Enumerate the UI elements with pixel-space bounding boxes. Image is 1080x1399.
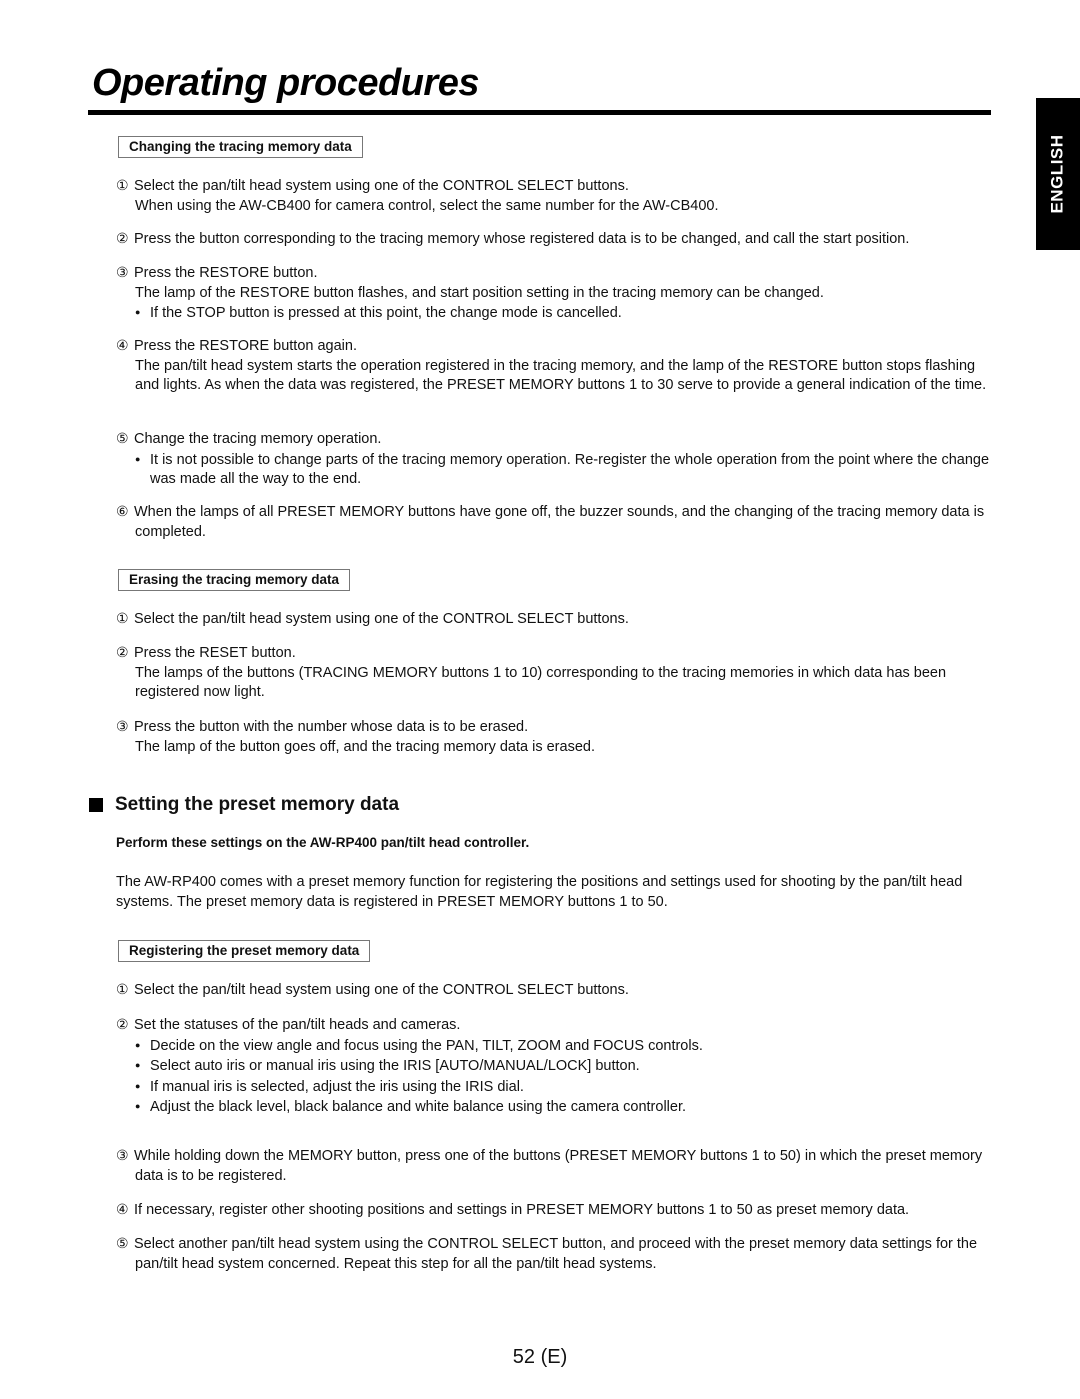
section-heading-text: Setting the preset memory data [115, 794, 400, 815]
registering-step-5: ⑤ Select another pan/tilt head system usi… [116, 1234, 996, 1274]
step-text: Press the button corresponding to the tr… [134, 231, 910, 247]
step-text: Press the button with the number whose d… [134, 719, 529, 735]
changing-step-3: ③ Press the RESTORE button. The lamp of t… [116, 263, 996, 324]
preset-intro: The AW-RP400 comes with a preset memory … [116, 874, 963, 910]
registering-step-4: ④ If necessary, register other shooting p… [116, 1200, 996, 1221]
subheading-changing: Changing the tracing memory data [118, 136, 363, 158]
registering-step-3: ③ While holding down the MEMORY button, p… [116, 1146, 996, 1186]
step-detail: The lamp of the button goes off, and the… [135, 738, 595, 755]
step-number: ④ [116, 1201, 129, 1217]
step-number: ⑤ [116, 430, 129, 446]
step-text: While holding down the MEMORY button, pr… [134, 1148, 983, 1184]
registering-step-2: ② Set the statuses of the pan/tilt heads … [116, 1015, 996, 1118]
step-detail: The pan/tilt head system starts the oper… [135, 357, 987, 394]
step-text: Set the statuses of the pan/tilt heads a… [134, 1017, 461, 1033]
step-text: Select the pan/tilt head system using on… [134, 178, 629, 194]
section-heading-preset: Setting the preset memory data [89, 794, 399, 816]
language-tab-label: ENGLISH [1048, 134, 1067, 214]
page-number: 52 (E) [512, 1346, 568, 1368]
step-text: When the lamps of all PRESET MEMORY butt… [134, 504, 985, 540]
changing-step-6: ⑥ When the lamps of all PRESET MEMORY but… [116, 502, 996, 542]
step-text: If necessary, register other shooting po… [134, 1202, 910, 1218]
step-bullet: If manual iris is selected, adjust the i… [116, 1077, 996, 1098]
step-text: Press the RESTORE button. [134, 265, 318, 281]
step-bullet: Select auto iris or manual iris using th… [116, 1056, 996, 1077]
step-detail: The lamp of the RESTORE button flashes, … [135, 284, 824, 301]
step-bullet: If the STOP button is pressed at this po… [116, 303, 996, 324]
subheading-registering: Registering the preset memory data [118, 940, 371, 962]
step-text: Press the RESET button. [134, 645, 296, 661]
step-number: ① [116, 981, 129, 997]
language-tab: ENGLISH [1036, 98, 1080, 250]
step-number: ② [116, 644, 129, 660]
registering-step-1: ① Select the pan/tilt head system using o… [116, 980, 996, 1001]
preset-note: Perform these settings on the AW-RP400 p… [116, 835, 530, 850]
step-text: Select the pan/tilt head system using on… [134, 982, 629, 998]
changing-step-2: ② Press the button corresponding to the t… [116, 229, 996, 250]
step-number: ③ [116, 718, 129, 734]
changing-step-1: ① Select the pan/tilt head system using o… [116, 176, 996, 216]
title-rule [88, 110, 991, 115]
step-bullet: It is not possible to change parts of th… [116, 450, 996, 490]
step-text: Select another pan/tilt head system usin… [134, 1236, 978, 1272]
step-bullet: Decide on the view angle and focus using… [116, 1036, 996, 1057]
step-detail: The lamps of the buttons (TRACING MEMORY… [135, 664, 947, 701]
step-number: ⑥ [116, 503, 129, 519]
step-number: ⑤ [116, 1235, 129, 1251]
step-bullet: Adjust the black level, black balance an… [116, 1097, 996, 1118]
step-number: ① [116, 177, 129, 193]
step-number: ③ [116, 1147, 129, 1163]
step-number: ③ [116, 264, 129, 280]
step-number: ② [116, 1016, 129, 1032]
step-text: Change the tracing memory operation. [134, 431, 382, 447]
erasing-step-3: ③ Press the button with the number whose … [116, 717, 996, 757]
step-number: ② [116, 230, 129, 246]
erasing-step-1: ① Select the pan/tilt head system using o… [116, 609, 996, 630]
section-square-icon [89, 798, 103, 812]
erasing-step-2: ② Press the RESET button. The lamps of th… [116, 643, 996, 703]
page-title: Operating procedures [92, 62, 479, 104]
step-number: ① [116, 610, 129, 626]
step-number: ④ [116, 337, 129, 353]
changing-step-4: ④ Press the RESTORE button again. The pan… [116, 336, 996, 396]
subheading-erasing: Erasing the tracing memory data [118, 569, 351, 591]
step-text: Press the RESTORE button again. [134, 338, 357, 354]
changing-step-5: ⑤ Change the tracing memory operation. It… [116, 429, 996, 490]
step-text: Select the pan/tilt head system using on… [134, 611, 629, 627]
step-detail: When using the AW-CB400 for camera contr… [135, 197, 719, 214]
